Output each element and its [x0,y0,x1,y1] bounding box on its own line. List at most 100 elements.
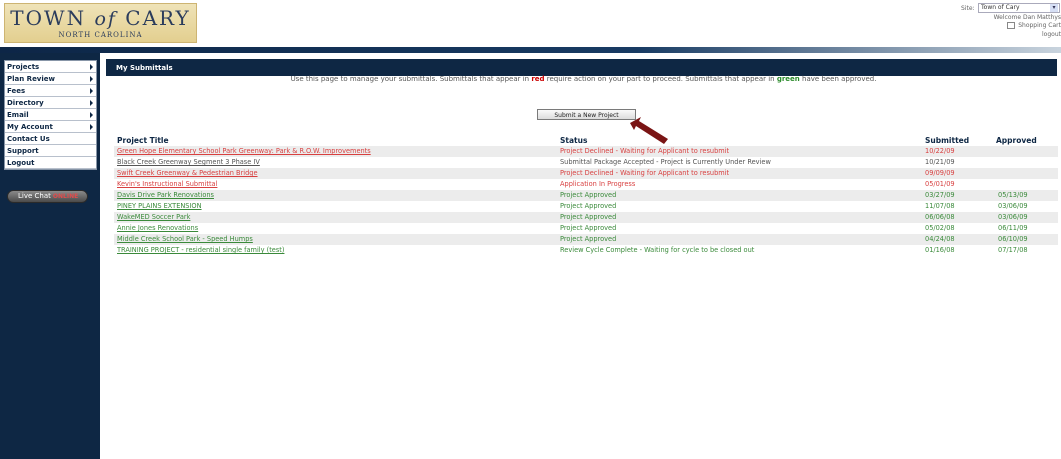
chevron-right-icon [90,100,93,106]
table-row: Kevin's Instructional Submittal Applicati… [114,179,1058,190]
header-bar [0,47,1061,53]
site-selector-row: Site: Town of Cary ▾ [941,3,1061,14]
intro-text: Use this page to manage your submittals.… [290,75,877,83]
welcome-text: Welcome Dan Matthys [993,14,1061,21]
intro-red-word: red [531,75,545,83]
submitted-date: 05/02/08 [925,224,955,232]
sidebar-item-label: My Account [7,123,53,131]
pointer-arrow-icon [630,117,668,144]
chevron-right-icon [90,112,93,118]
column-header-title: Project Title [117,136,169,145]
submitted-date: 04/24/08 [925,235,955,243]
submitted-date: 05/01/09 [925,180,955,188]
logout-link[interactable]: logout [981,31,1061,38]
submitted-date: 09/09/09 [925,169,955,177]
project-status: Project Declined - Waiting for Applicant… [560,147,730,155]
submitted-date: 06/06/08 [925,213,955,221]
project-title-link[interactable]: Middle Creek School Park - Speed Humps [117,234,253,245]
sidebar-item-label: Directory [7,99,44,107]
logo-wordmark: TOWN of CARY [10,6,191,30]
sidebar-item-label: Projects [7,63,40,71]
sidebar-item-support[interactable]: Support [5,145,96,157]
sidebar-item-label: Contact Us [7,135,50,143]
project-title-link[interactable]: Black Creek Greenway Segment 3 Phase IV [117,157,260,168]
sidebar-item-plan-review[interactable]: Plan Review [5,73,96,85]
project-title-link[interactable]: Kevin's Instructional Submittal [117,179,217,190]
sidebar-item-logout[interactable]: Logout [5,157,96,169]
table-row: Green Hope Elementary School Park Greenw… [114,146,1058,157]
approved-date: 06/11/09 [998,224,1028,232]
site-select[interactable]: Town of Cary ▾ [978,3,1060,13]
project-title-link[interactable]: TRAINING PROJECT - residential single fa… [117,245,284,256]
chevron-right-icon [90,124,93,130]
table-row: Annie Jones Renovations Project Approved 0… [114,223,1058,234]
table-row: Black Creek Greenway Segment 3 Phase IV S… [114,157,1058,168]
project-status: Project Approved [560,191,617,199]
table-row: TRAINING PROJECT - residential single fa… [114,245,1058,256]
approved-date: 06/10/09 [998,235,1028,243]
submit-new-project-button[interactable]: Submit a New Project [537,109,636,120]
project-title-link[interactable]: Green Hope Elementary School Park Greenw… [117,146,371,157]
sidebar-item-my-account[interactable]: My Account [5,121,96,133]
chevron-down-icon: ▾ [1050,4,1058,12]
sidebar-item-email[interactable]: Email [5,109,96,121]
submitted-date: 10/21/09 [925,158,955,166]
table-row: Davis Drive Park Renovations Project Appr… [114,190,1058,201]
shopping-cart-link[interactable]: Shopping Cart [981,22,1061,29]
intro-green-word: green [776,75,800,83]
submitted-date: 03/27/09 [925,191,955,199]
project-title-link[interactable]: Davis Drive Park Renovations [117,190,214,201]
town-logo[interactable]: TOWN of CARY NORTH CAROLINA [4,3,197,43]
project-title-link[interactable]: PINEY PLAINS EXTENSION [117,201,202,212]
sidebar-item-contact-us[interactable]: Contact Us [5,133,96,145]
submitted-date: 11/07/08 [925,202,955,210]
sidebar-nav: Projects Plan Review Fees Directory Email My … [4,60,97,170]
chevron-right-icon [90,88,93,94]
approved-date: 05/13/09 [998,191,1028,199]
live-chat-label: Live Chat [18,192,51,200]
column-header-approved: Approved [996,136,1037,145]
page-title: My Submittals [116,64,173,72]
project-status: Project Approved [560,235,617,243]
main-content [106,76,1061,459]
project-title-link[interactable]: Annie Jones Renovations [117,223,198,234]
column-header-submitted: Submitted [925,136,970,145]
sidebar-item-label: Support [7,147,39,155]
sidebar-item-fees[interactable]: Fees [5,85,96,97]
project-status: Project Approved [560,213,617,221]
project-status: Project Approved [560,202,617,210]
logo-subtitle: NORTH CAROLINA [58,31,143,39]
shopping-cart-label: Shopping Cart [1018,22,1061,29]
live-chat-button[interactable]: Live Chat ONLINE [7,190,88,203]
site-select-value: Town of Cary [981,4,1020,11]
column-header-status: Status [560,136,588,145]
project-status: Submittal Package Accepted - Project is … [560,158,771,166]
chevron-right-icon [90,64,93,70]
sidebar-item-label: Plan Review [7,75,55,83]
live-chat-status: ONLINE [52,193,79,200]
cart-icon [1007,22,1016,29]
sidebar-item-label: Logout [7,159,35,167]
project-status: Project Approved [560,224,617,232]
sidebar-item-directory[interactable]: Directory [5,97,96,109]
approved-date: 03/06/09 [998,202,1028,210]
approved-date: 03/06/09 [998,213,1028,221]
submitted-date: 01/16/08 [925,246,955,254]
approved-date: 07/17/08 [998,246,1028,254]
submitted-date: 10/22/09 [925,147,955,155]
left-sidebar: Projects Plan Review Fees Directory Email My … [0,53,100,459]
project-status: Project Declined - Waiting for Applicant… [560,169,730,177]
sidebar-item-label: Fees [7,87,26,95]
sidebar-item-projects[interactable]: Projects [5,61,96,73]
site-label: Site: [961,5,975,12]
project-status: Review Cycle Complete - Waiting for cycl… [560,246,755,254]
sidebar-item-label: Email [7,111,29,119]
table-row: Swift Creek Greenway & Pedestrian Bridge… [114,168,1058,179]
table-row: WakeMED Soccer Park Project Approved 06/06… [114,212,1058,223]
project-title-link[interactable]: WakeMED Soccer Park [117,212,190,223]
table-row: PINEY PLAINS EXTENSION Project Approved 11… [114,201,1058,212]
table-row: Middle Creek School Park - Speed Humps Pr… [114,234,1058,245]
chevron-right-icon [90,76,93,82]
project-status: Application In Progress [560,180,636,188]
project-title-link[interactable]: Swift Creek Greenway & Pedestrian Bridge [117,168,258,179]
